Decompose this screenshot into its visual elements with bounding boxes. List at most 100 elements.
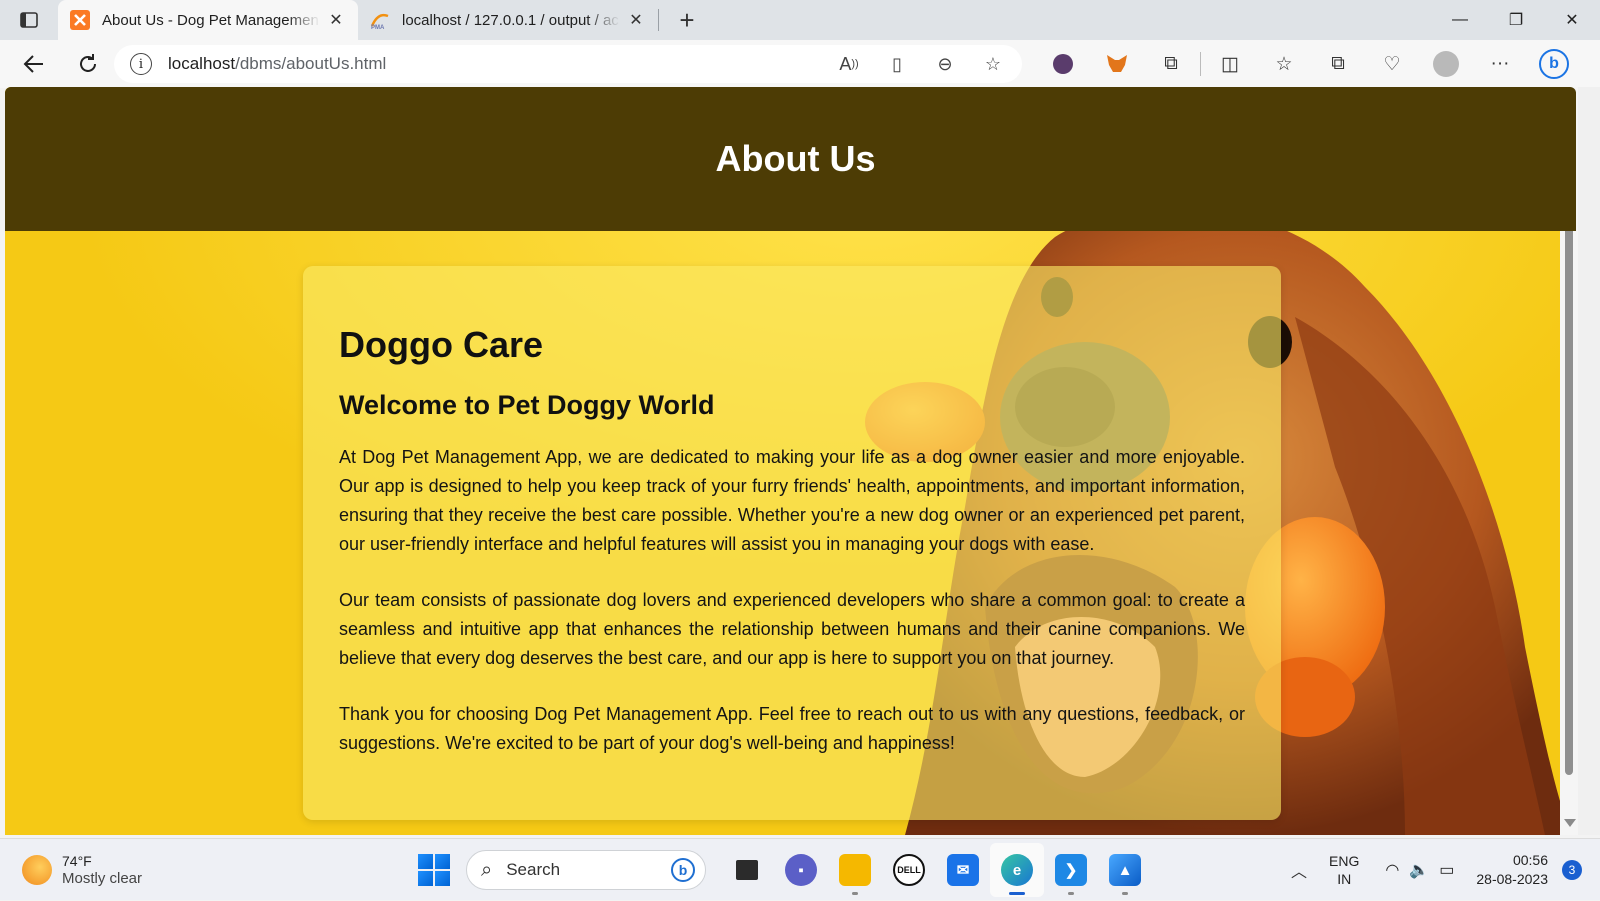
- browser-essentials-icon[interactable]: ♡: [1365, 46, 1419, 82]
- search-placeholder: Search: [506, 860, 561, 879]
- minimize-button[interactable]: —: [1432, 0, 1488, 40]
- address-bar-icons: A)) ▯ ⊖ ☆: [828, 48, 1014, 80]
- back-button[interactable]: [14, 46, 54, 82]
- battery-icon: ▭: [1439, 862, 1455, 879]
- browser-toolbar: i localhost/dbms/aboutUs.html A)) ▯ ⊖ ☆ …: [0, 40, 1600, 88]
- close-tab-icon[interactable]: ✕: [326, 10, 346, 30]
- extension-profile-icon[interactable]: [1036, 46, 1090, 82]
- split-screen-icon[interactable]: ◫: [1203, 46, 1257, 82]
- file-explorer-button[interactable]: [828, 843, 882, 897]
- window-controls: — ❐ ✕: [1432, 0, 1600, 40]
- teams-chat-button[interactable]: ▪: [774, 843, 828, 897]
- page-header: About Us: [5, 87, 1576, 231]
- tab-about-us[interactable]: About Us - Dog Pet Managemen ✕: [58, 0, 358, 40]
- folder-icon: [839, 854, 871, 886]
- windows-taskbar: 74°F Mostly clear ⌕ Search b ▪ DELL ✉ e …: [0, 838, 1600, 900]
- toolbar-divider: [1200, 52, 1201, 76]
- about-paragraph-3: Thank you for choosing Dog Pet Managemen…: [339, 704, 1245, 753]
- weather-moon-icon: [22, 854, 52, 885]
- photos-icon: ▲: [1109, 854, 1141, 886]
- search-icon: ⌕: [481, 858, 493, 881]
- start-button[interactable]: [416, 852, 452, 888]
- zoom-out-icon[interactable]: ⊖: [924, 48, 966, 80]
- running-indicator: [1068, 892, 1074, 895]
- clock-date: 28-08-2023: [1476, 871, 1548, 887]
- address-bar[interactable]: i localhost/dbms/aboutUs.html A)) ▯ ⊖ ☆: [114, 45, 1022, 83]
- copilot-bing-icon[interactable]: b: [1527, 46, 1581, 82]
- weather-widget[interactable]: 74°F Mostly clear: [22, 852, 282, 888]
- vscode-button[interactable]: ❯: [1044, 843, 1098, 897]
- taskbar-apps: ⌕ Search b ▪ DELL ✉ e ❯ ▲: [416, 839, 1152, 901]
- tab-separator: [658, 9, 659, 31]
- language-region: IN: [1337, 871, 1352, 887]
- url-path: /dbms/aboutUs.html: [235, 54, 387, 73]
- favorite-star-icon[interactable]: ☆: [972, 48, 1014, 80]
- tab-actions-button[interactable]: [0, 0, 58, 40]
- profile-avatar-icon[interactable]: [1419, 46, 1473, 82]
- photos-button[interactable]: ▲: [1098, 843, 1152, 897]
- task-view-button[interactable]: [720, 843, 774, 897]
- immersive-reader-icon[interactable]: ▯: [876, 48, 918, 80]
- mail-button[interactable]: ✉: [936, 843, 990, 897]
- about-paragraph-2: Our team consists of passionate dog love…: [339, 590, 1245, 668]
- running-indicator: [852, 892, 858, 895]
- restore-button[interactable]: ❐: [1488, 0, 1544, 40]
- tab-actions-icon: [20, 12, 38, 28]
- metamask-fox-icon[interactable]: [1090, 46, 1144, 82]
- tab-phpmyadmin[interactable]: PMA localhost / 127.0.0.1 / output / ac …: [358, 0, 658, 40]
- language-indicator[interactable]: ENG IN: [1329, 852, 1359, 888]
- extensions-puzzle-icon[interactable]: ⧉: [1144, 46, 1198, 82]
- refresh-button[interactable]: [68, 46, 108, 82]
- windows-logo-icon: [418, 854, 433, 869]
- clock[interactable]: 00:56 28-08-2023: [1476, 851, 1548, 889]
- clock-time: 00:56: [1512, 852, 1548, 868]
- back-arrow-icon: [23, 55, 43, 73]
- more-options-icon[interactable]: ···: [1473, 46, 1527, 82]
- url-host: localhost: [168, 54, 236, 73]
- page-viewport: About Us Doggo Care Welcome to Pet Doggy…: [5, 87, 1576, 835]
- weather-temperature: 74°F: [62, 852, 92, 869]
- page-right-rail: [1578, 87, 1600, 835]
- card-title: Doggo Care: [339, 324, 544, 365]
- system-tray: ︿ ENG IN ◠ 🔈 ▭ 00:56 28-08-2023 3: [1291, 839, 1582, 901]
- quick-settings[interactable]: ◠ 🔈 ▭: [1385, 860, 1454, 880]
- task-view-icon: [736, 860, 758, 880]
- notification-badge[interactable]: 3: [1562, 860, 1582, 880]
- weather-description: Mostly clear: [62, 869, 143, 887]
- wifi-icon: ◠: [1385, 862, 1400, 879]
- collections-icon[interactable]: ⧉: [1311, 46, 1365, 82]
- site-info-icon[interactable]: i: [130, 53, 152, 75]
- running-indicator: [1122, 892, 1128, 895]
- read-aloud-icon[interactable]: A)): [828, 48, 870, 80]
- show-hidden-icons-chevron-icon[interactable]: ︿: [1291, 858, 1307, 882]
- page-title: About Us: [715, 138, 876, 179]
- taskbar-search[interactable]: ⌕ Search b: [466, 850, 706, 890]
- about-card: Doggo Care Welcome to Pet Doggy World At…: [303, 266, 1281, 820]
- mail-icon: ✉: [947, 854, 979, 886]
- scroll-down-arrow-icon[interactable]: [1564, 819, 1576, 827]
- edge-browser-button[interactable]: e: [990, 843, 1044, 897]
- favorites-icon[interactable]: ☆: [1257, 46, 1311, 82]
- phpmyadmin-favicon-icon: PMA: [370, 13, 389, 30]
- volume-icon: 🔈: [1409, 862, 1430, 879]
- vscode-icon: ❯: [1055, 854, 1087, 886]
- teams-chat-icon: ▪: [785, 854, 817, 886]
- refresh-icon: [80, 54, 96, 72]
- close-tab-icon[interactable]: ✕: [626, 10, 646, 30]
- edge-icon: e: [1001, 854, 1033, 886]
- about-paragraph-1: At Dog Pet Management App, we are dedica…: [339, 447, 1245, 554]
- dell-icon: DELL: [893, 854, 925, 886]
- tab-title: localhost / 127.0.0.1 / output / ac: [402, 11, 619, 29]
- new-tab-button[interactable]: +: [667, 0, 707, 40]
- language-code: ENG: [1329, 853, 1360, 869]
- active-indicator: [1009, 892, 1025, 895]
- card-subtitle: Welcome to Pet Doggy World: [339, 390, 715, 420]
- tab-title: About Us - Dog Pet Managemen: [102, 11, 319, 29]
- xampp-favicon-icon: [70, 10, 90, 30]
- dell-app-button[interactable]: DELL: [882, 843, 936, 897]
- toolbar-extensions: ⧉ ◫ ☆ ⧉ ♡ ··· b: [1036, 46, 1581, 82]
- close-window-button[interactable]: ✕: [1544, 0, 1600, 40]
- svg-text:PMA: PMA: [371, 25, 385, 30]
- bing-icon: b: [671, 858, 695, 882]
- tab-strip: About Us - Dog Pet Managemen ✕ PMA local…: [0, 0, 1600, 40]
